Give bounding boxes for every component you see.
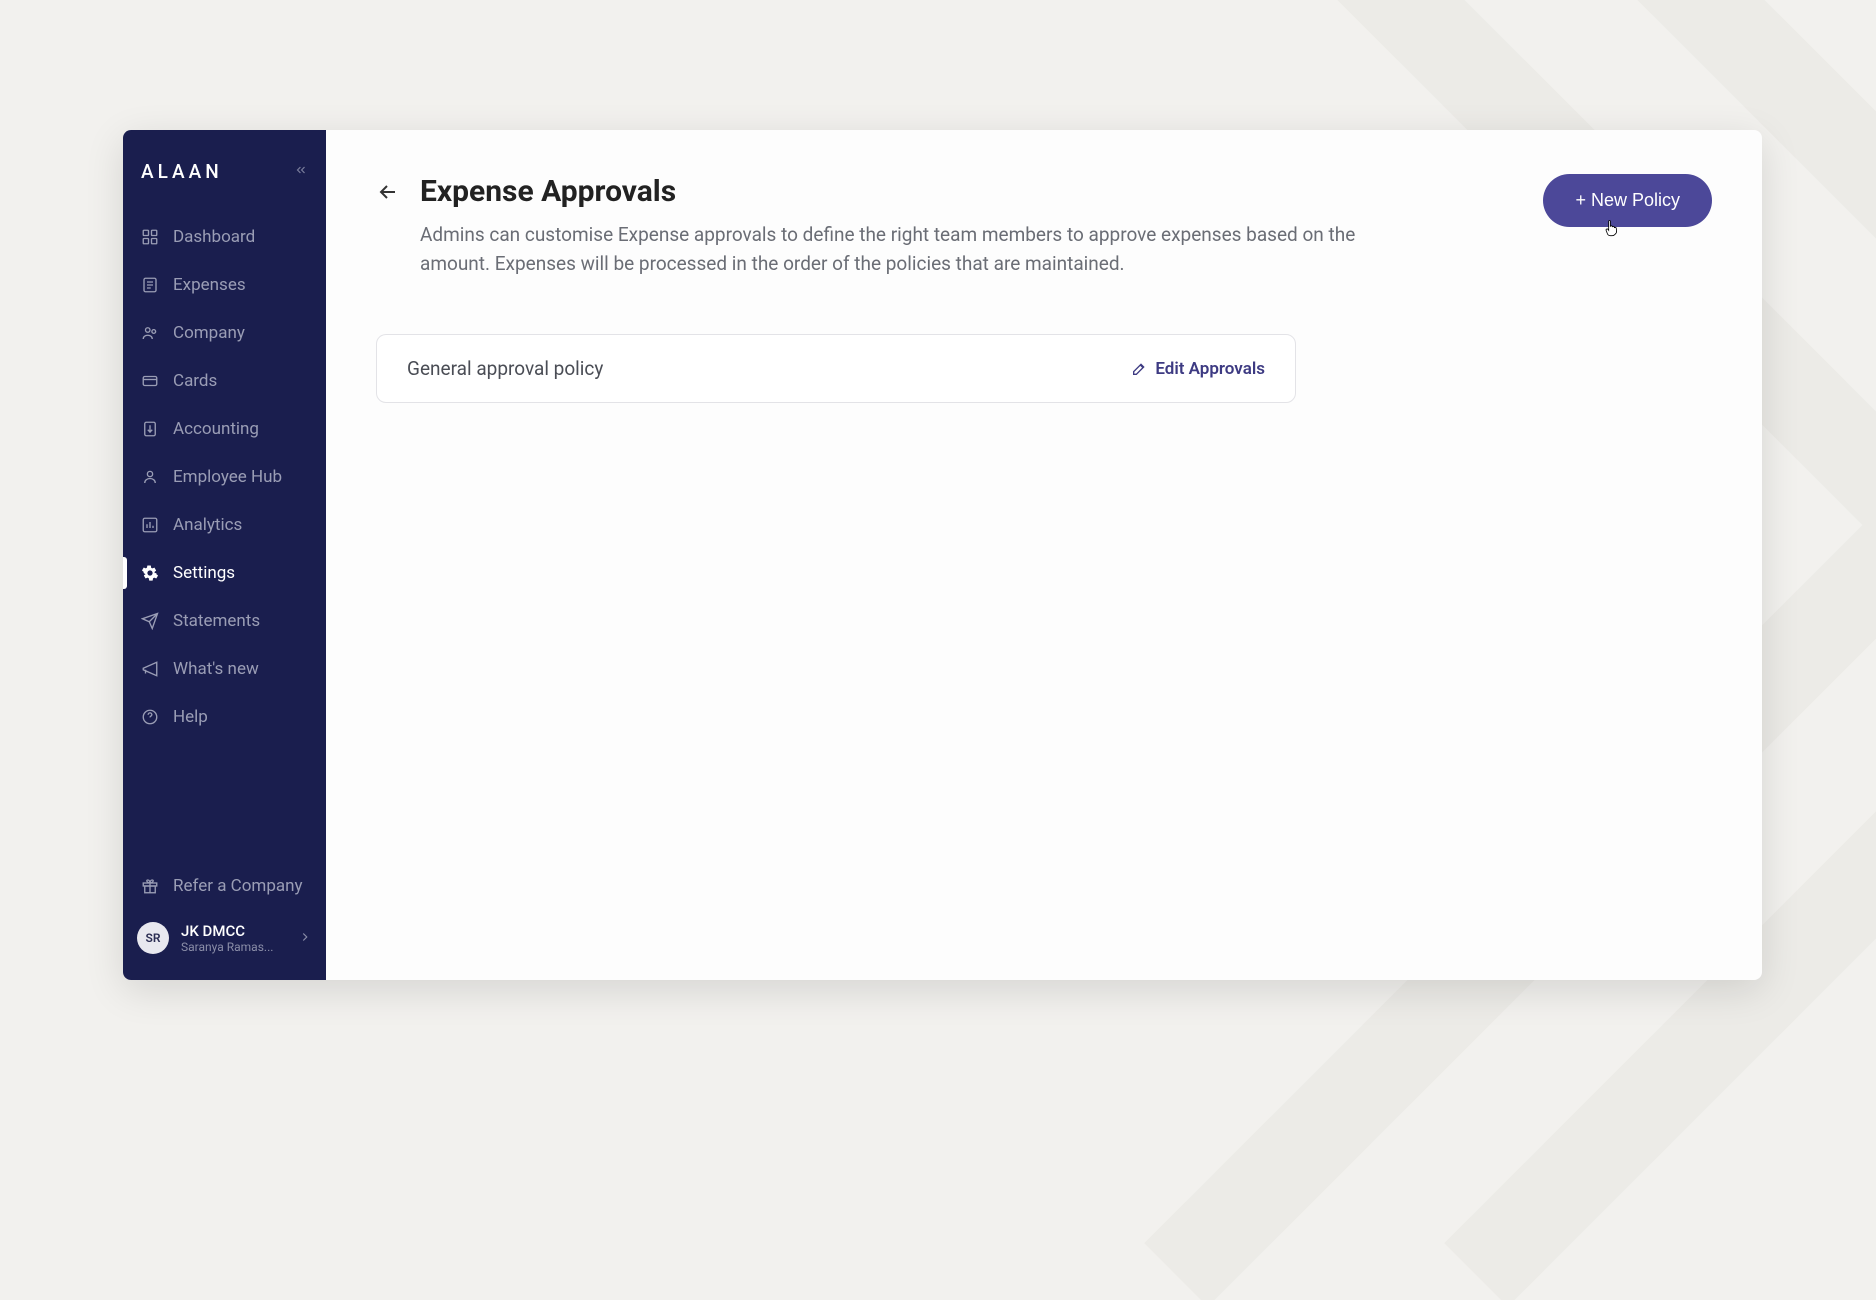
nav-label: Accounting [173,419,259,439]
sidebar-item-dashboard[interactable]: Dashboard [123,213,326,261]
policy-card: General approval policy Edit Approvals [376,334,1296,403]
sidebar-item-employee-hub[interactable]: Employee Hub [123,453,326,501]
analytics-icon [141,516,159,534]
dashboard-icon [141,228,159,246]
nav-label: Refer a Company [173,876,303,896]
new-policy-button[interactable]: + New Policy [1543,174,1712,227]
cards-icon [141,372,159,390]
sidebar-item-help[interactable]: Help [123,693,326,741]
account-company: JK DMCC [181,922,286,940]
employee-icon [141,468,159,486]
app-window: ALAAN Dashboard Expenses [123,130,1762,980]
account-user: Saranya Ramas... [181,940,286,954]
page-description: Admins can customise Expense approvals t… [420,221,1380,278]
sidebar-collapse-button[interactable] [294,163,308,181]
expenses-icon [141,276,159,294]
nav-label: Help [173,707,208,727]
sidebar-item-settings[interactable]: Settings [123,549,326,597]
edit-approvals-button[interactable]: Edit Approvals [1131,359,1265,379]
brand-logo: ALAAN [141,160,223,183]
sidebar-item-whats-new[interactable]: What's new [123,645,326,693]
nav-label: Expenses [173,275,246,295]
whatsnew-icon [141,660,159,678]
nav-label: Dashboard [173,227,255,247]
back-button[interactable] [376,180,400,208]
settings-icon [141,564,159,582]
chevrons-left-icon [294,163,308,177]
sidebar-item-company[interactable]: Company [123,309,326,357]
page-header: Expense Approvals Admins can customise E… [376,174,1712,278]
nav-label: What's new [173,659,259,679]
nav-label: Statements [173,611,260,631]
edit-icon [1131,361,1147,377]
sidebar-header: ALAAN [123,130,326,213]
sidebar-item-cards[interactable]: Cards [123,357,326,405]
accounting-icon [141,420,159,438]
sidebar-item-statements[interactable]: Statements [123,597,326,645]
arrow-left-icon [376,180,400,204]
sidebar-item-accounting[interactable]: Accounting [123,405,326,453]
main-content: Expense Approvals Admins can customise E… [326,130,1762,980]
chevron-right-icon [298,929,312,948]
edit-label: Edit Approvals [1155,359,1265,379]
sidebar-item-refer[interactable]: Refer a Company [123,862,326,910]
nav-label: Settings [173,563,235,583]
sidebar-nav: Dashboard Expenses Company Cards [123,213,326,741]
help-icon [141,708,159,726]
nav-label: Cards [173,371,217,391]
avatar: SR [137,922,169,954]
account-text: JK DMCC Saranya Ramas... [181,922,286,954]
title-block: Expense Approvals Admins can customise E… [420,174,1400,278]
sidebar-bottom: Refer a Company SR JK DMCC Saranya Ramas… [123,862,326,980]
policy-name: General approval policy [407,357,603,380]
nav-label: Employee Hub [173,467,282,487]
sidebar-item-analytics[interactable]: Analytics [123,501,326,549]
nav-label: Analytics [173,515,242,535]
company-icon [141,324,159,342]
nav-label: Company [173,323,245,343]
gift-icon [141,877,159,895]
statements-icon [141,612,159,630]
sidebar: ALAAN Dashboard Expenses [123,130,326,980]
account-switcher[interactable]: SR JK DMCC Saranya Ramas... [123,910,326,966]
sidebar-item-expenses[interactable]: Expenses [123,261,326,309]
page-title: Expense Approvals [420,174,1400,209]
